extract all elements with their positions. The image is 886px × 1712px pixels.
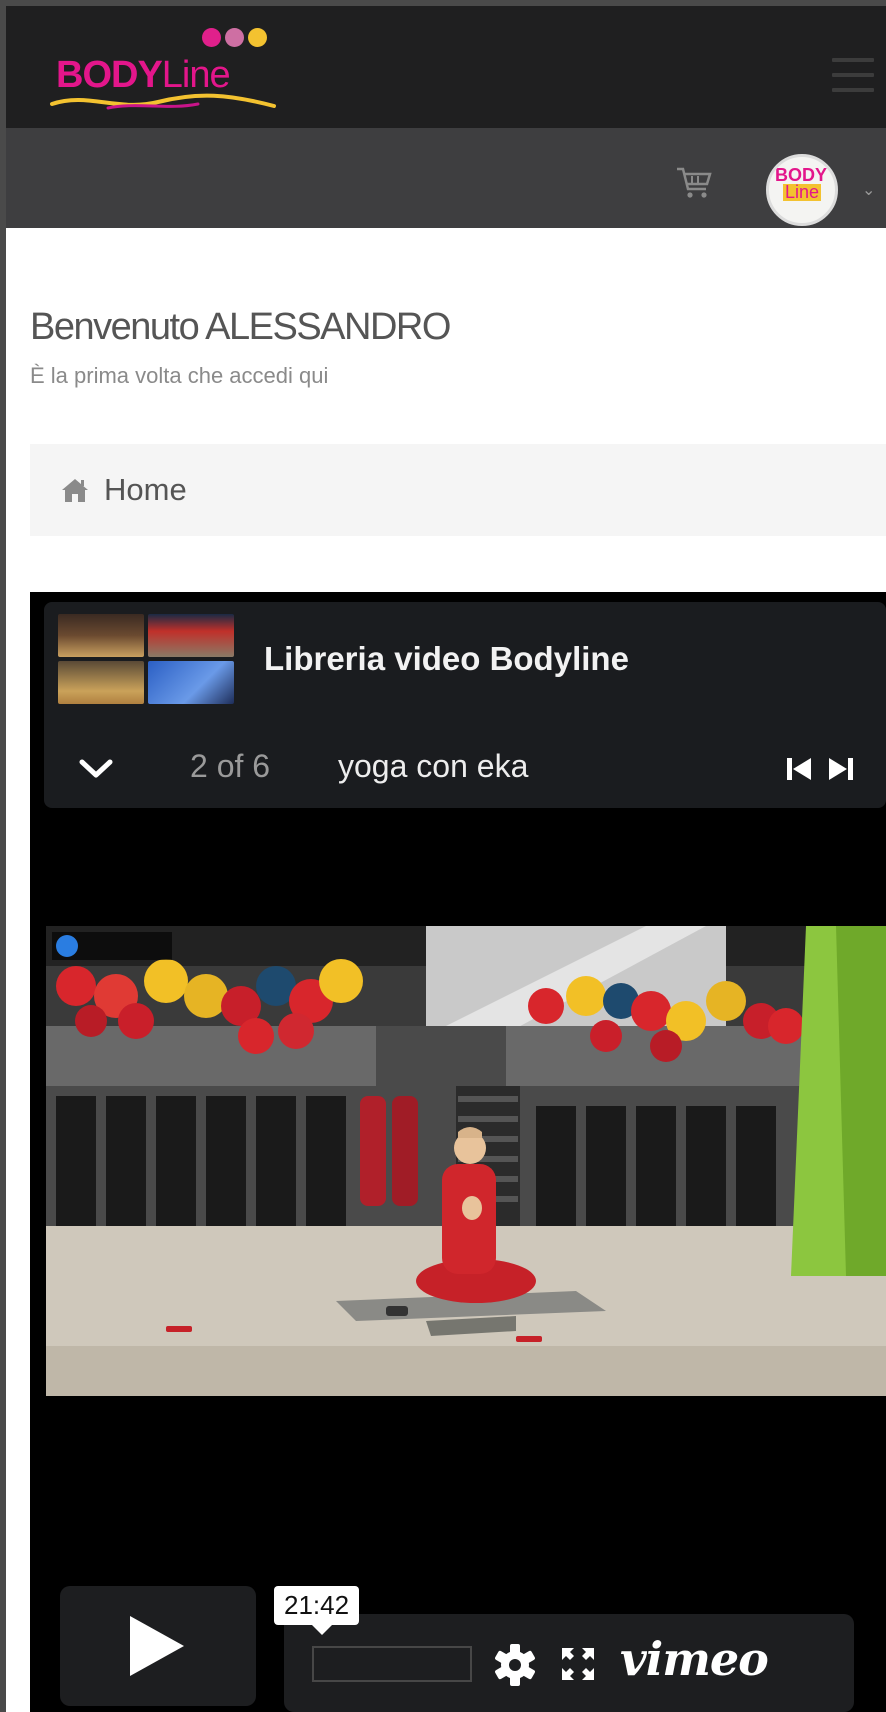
playlist-header: Libreria video Bodyline 2 of 6 yoga con … — [44, 602, 886, 808]
fullscreen-icon[interactable] — [558, 1644, 598, 1684]
video-editor-badge — [52, 932, 172, 960]
page-title: Benvenuto ALESSANDRO — [30, 306, 451, 348]
top-header: BODYLine — [6, 6, 886, 128]
user-avatar[interactable]: BODY Line — [766, 154, 838, 226]
playlist-thumb-4 — [148, 661, 234, 704]
avatar-logo-text: BODY Line — [775, 165, 828, 202]
playlist-position: 2 of 6 — [190, 748, 271, 784]
time-tooltip: 21:42 — [274, 1586, 360, 1635]
app-frame: BODYLine BODY Line ⌄ Benvenuto ALESSANDR… — [6, 6, 886, 1712]
vimeo-logo[interactable]: vimeo — [620, 1632, 769, 1686]
chevron-down-icon[interactable]: ⌄ — [862, 180, 875, 200]
video-editor-icon — [56, 935, 78, 957]
playlist-title[interactable]: Libreria video Bodyline — [264, 640, 629, 678]
breadcrumb-home-link[interactable]: Home — [104, 472, 187, 508]
current-video-title: yoga con eka — [338, 748, 529, 784]
gear-icon[interactable] — [492, 1642, 538, 1688]
chevron-down-icon[interactable] — [78, 758, 114, 780]
playlist-thumb-3 — [58, 661, 144, 704]
bodyline-logo[interactable]: BODYLine — [48, 24, 298, 120]
player-controls: vimeo — [284, 1614, 854, 1712]
skip-next-icon[interactable] — [826, 754, 856, 784]
play-button[interactable] — [60, 1586, 256, 1706]
home-icon — [62, 479, 88, 502]
skip-previous-icon[interactable] — [784, 754, 814, 784]
breadcrumb: Home — [30, 444, 886, 536]
play-icon — [130, 1616, 184, 1676]
cart-icon[interactable] — [674, 162, 714, 202]
playlist-thumb-1 — [58, 614, 144, 657]
social-icon-3[interactable] — [248, 28, 267, 47]
video-scene-image — [46, 926, 886, 1396]
progress-bar[interactable] — [312, 1646, 472, 1682]
user-toolbar: BODY Line ⌄ — [6, 128, 886, 228]
logo-swoosh-icon — [50, 93, 276, 110]
page-subtitle: È la prima volta che accedi qui — [30, 363, 329, 388]
video-frame[interactable] — [46, 926, 886, 1396]
social-icon-1[interactable] — [202, 28, 221, 47]
social-icon-2[interactable] — [225, 28, 244, 47]
playlist-thumbnails[interactable] — [58, 614, 234, 704]
social-icons — [202, 28, 267, 47]
video-player[interactable]: Libreria video Bodyline 2 of 6 yoga con … — [30, 592, 886, 1712]
playlist-thumb-2 — [148, 614, 234, 657]
menu-icon[interactable] — [832, 58, 874, 92]
